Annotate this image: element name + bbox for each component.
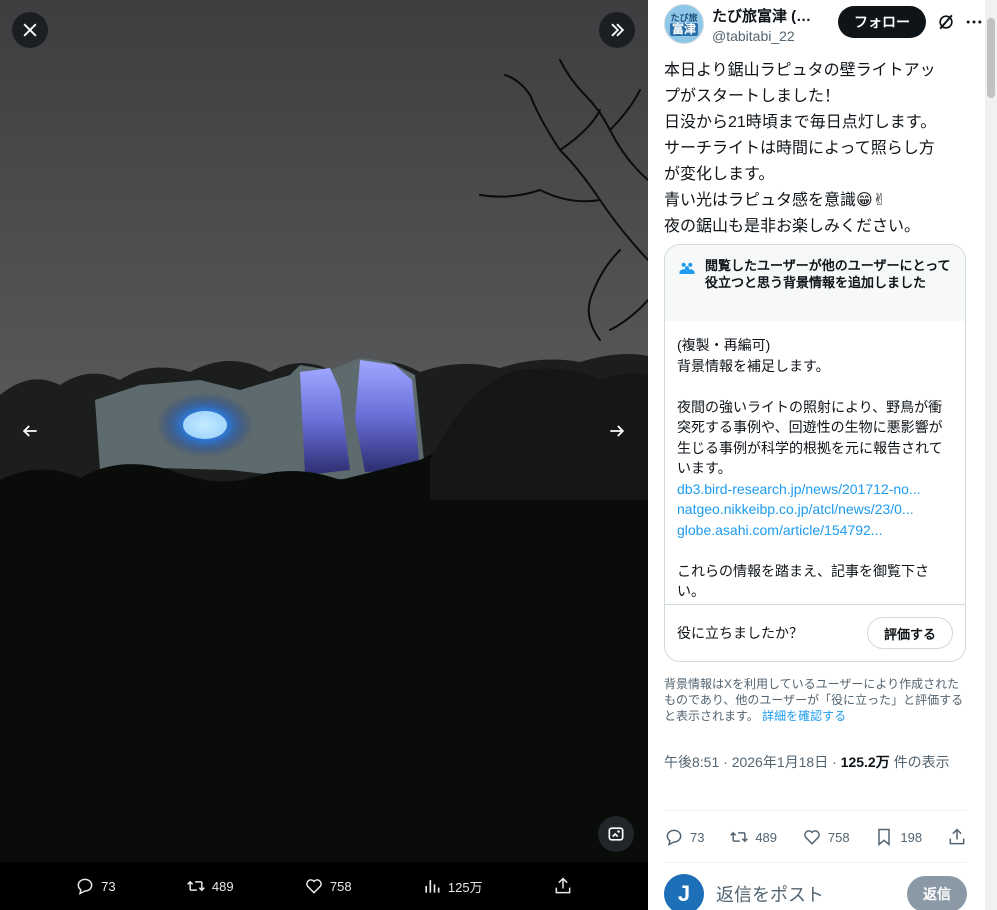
reply-count: 73 — [690, 829, 705, 845]
reply-composer: J 返信をポスト 返信 — [664, 874, 967, 910]
like-button[interactable]: 758 — [802, 827, 850, 847]
repost-icon — [730, 831, 749, 843]
community-note-footer: 役に立ちましたか？ 評価する — [665, 604, 965, 661]
tweet-line: が変化します。 — [664, 166, 775, 183]
community-note-body: (複製・再編可) 背景情報を補足します。 夜間の強いライトの照射により、野鳥が衝… — [665, 321, 965, 602]
view-count: 125.2万 — [840, 754, 890, 770]
reply-button[interactable]: 73 — [664, 827, 704, 847]
community-note-header: 閲覧したユーザーが他のユーザーにとって役立つと思う背景情報を追加しました — [665, 245, 965, 321]
media-viewer: 73 489 758 125万 — [0, 0, 648, 910]
next-image-button[interactable] — [599, 413, 635, 449]
scrollbar-thumb[interactable] — [987, 18, 995, 98]
viewer-views-button[interactable]: 125万 — [422, 876, 483, 896]
reply-icon — [77, 878, 93, 895]
arrow-left-icon — [22, 425, 37, 437]
viewer-views-count: 125万 — [447, 879, 483, 895]
like-count: 758 — [827, 829, 850, 845]
note-disclaimer: 背景情報はXを利用しているユーザーにより作成されたものであり、他のユーザーが「役… — [664, 676, 969, 724]
divider — [664, 862, 967, 863]
heart-icon — [804, 830, 820, 845]
tweet-line: サーチライトは時間によって照らし方 — [664, 140, 935, 157]
arrow-right-icon — [610, 425, 625, 437]
learn-more-link[interactable]: 詳細を確認する — [762, 709, 846, 723]
collapse-panel-button[interactable] — [599, 12, 635, 48]
people-icon — [679, 262, 695, 274]
note-paragraph: 夜間の強いライトの照射により、野鳥が衝突死する事例や、回遊性の生物に悪影響が生じ… — [677, 398, 943, 477]
repost-count: 489 — [755, 829, 778, 845]
image-description-button[interactable] — [598, 816, 634, 852]
note-link[interactable]: db3.bird-research.jp/news/201712-no... — [677, 479, 953, 500]
reply-input[interactable]: 返信をポスト — [716, 881, 907, 907]
view-suffix: 件の表示 — [893, 754, 950, 770]
viewer-like-button[interactable]: 758 — [304, 876, 352, 896]
viewer-repost-count: 489 — [211, 878, 234, 894]
grok-icon[interactable] — [936, 12, 956, 32]
viewer-like-count: 758 — [329, 878, 352, 894]
reply-submit-button[interactable]: 返信 — [907, 876, 967, 910]
night-cliff-photo — [0, 0, 648, 862]
community-note-title: 閲覧したユーザーが他のユーザーにとって役立つと思う背景情報を追加しました — [705, 258, 951, 290]
divider — [664, 810, 967, 811]
tweet-meta: 午後8:51 · 2026年1月18日 · 125.2万 件の表示 — [664, 754, 950, 770]
tweet-time[interactable]: 午後8:51 — [664, 754, 719, 770]
note-line: (複製・再編可) — [677, 337, 771, 353]
previous-image-button[interactable] — [12, 413, 48, 449]
tweet-line: 本日より鋸山ラピュタの壁ライトアッ — [664, 62, 936, 79]
community-note: 閲覧したユーザーが他のユーザーにとって役立つと思う背景情報を追加しました (複製… — [664, 244, 966, 662]
viewer-reply-count: 73 — [101, 878, 116, 894]
share-icon — [949, 828, 965, 845]
viewer-reply-button[interactable]: 73 — [75, 876, 116, 896]
share-button[interactable] — [947, 827, 967, 847]
more-options-icon[interactable] — [964, 12, 984, 32]
viewer-action-bar: 73 489 758 125万 — [0, 862, 648, 910]
image-edit-icon — [608, 827, 624, 841]
note-link[interactable]: globe.asahi.com/article/154792... — [677, 520, 953, 541]
note-helpful-question: 役に立ちましたか？ — [677, 625, 803, 641]
avatar[interactable]: たび旅 富津 — [664, 4, 704, 44]
author-header: たび旅 富津 たび旅富津 (… @tabitabi_22 フォロー — [664, 4, 982, 44]
repost-icon — [187, 880, 205, 892]
follow-button[interactable]: フォロー — [838, 6, 926, 38]
rate-note-button[interactable]: 評価する — [866, 617, 953, 649]
close-icon — [23, 23, 37, 37]
reply-icon — [666, 829, 682, 846]
my-avatar[interactable]: J — [664, 874, 704, 910]
note-line: 背景情報を補足します。 — [677, 357, 830, 374]
double-chevron-right-icon — [611, 23, 625, 37]
bookmark-icon — [878, 828, 891, 847]
repost-button[interactable]: 489 — [729, 827, 777, 847]
avatar-text-top: たび旅 — [670, 12, 698, 23]
viewer-repost-button[interactable]: 489 — [186, 876, 234, 896]
bookmark-button[interactable]: 198 — [874, 827, 922, 847]
scrollbar[interactable] — [985, 0, 997, 910]
tweet-text: 本日より鋸山ラピュタの壁ライトアッ プがスタートしました！ 日没から21時頃まで… — [664, 58, 964, 240]
tweet-action-bar: 73 489 758 198 — [664, 822, 967, 852]
tweet-date[interactable]: 2026年1月18日 — [732, 754, 829, 770]
display-name[interactable]: たび旅富津 (… — [712, 5, 811, 26]
avatar-text-bottom: 富津 — [669, 21, 698, 36]
author-names: たび旅富津 (… @tabitabi_22 — [712, 5, 811, 44]
tweet-line: プがスタートしました！ — [664, 88, 841, 105]
close-button[interactable] — [12, 12, 48, 48]
share-icon — [555, 877, 571, 894]
tweet-line: 日没から21時頃まで毎日点灯します。 — [664, 114, 937, 131]
heart-icon — [306, 879, 322, 894]
tweet-line: 青い光はラピュタ感を意識😁✌ — [664, 192, 887, 209]
note-closing: これらの情報を踏まえ、記事を御覧下さい。 — [677, 562, 929, 600]
bookmark-count: 198 — [900, 829, 923, 845]
handle[interactable]: @tabitabi_22 — [712, 28, 811, 44]
tweet-detail-panel: たび旅 富津 たび旅富津 (… @tabitabi_22 フォロー 本日より鋸山… — [648, 0, 997, 910]
note-link[interactable]: natgeo.nikkeibp.co.jp/atcl/news/23/0... — [677, 499, 953, 520]
bar-chart-icon — [425, 880, 440, 893]
tweet-line: 夜の鋸山も是非お楽しみください。 — [664, 218, 921, 235]
viewer-share-button[interactable] — [553, 876, 573, 896]
